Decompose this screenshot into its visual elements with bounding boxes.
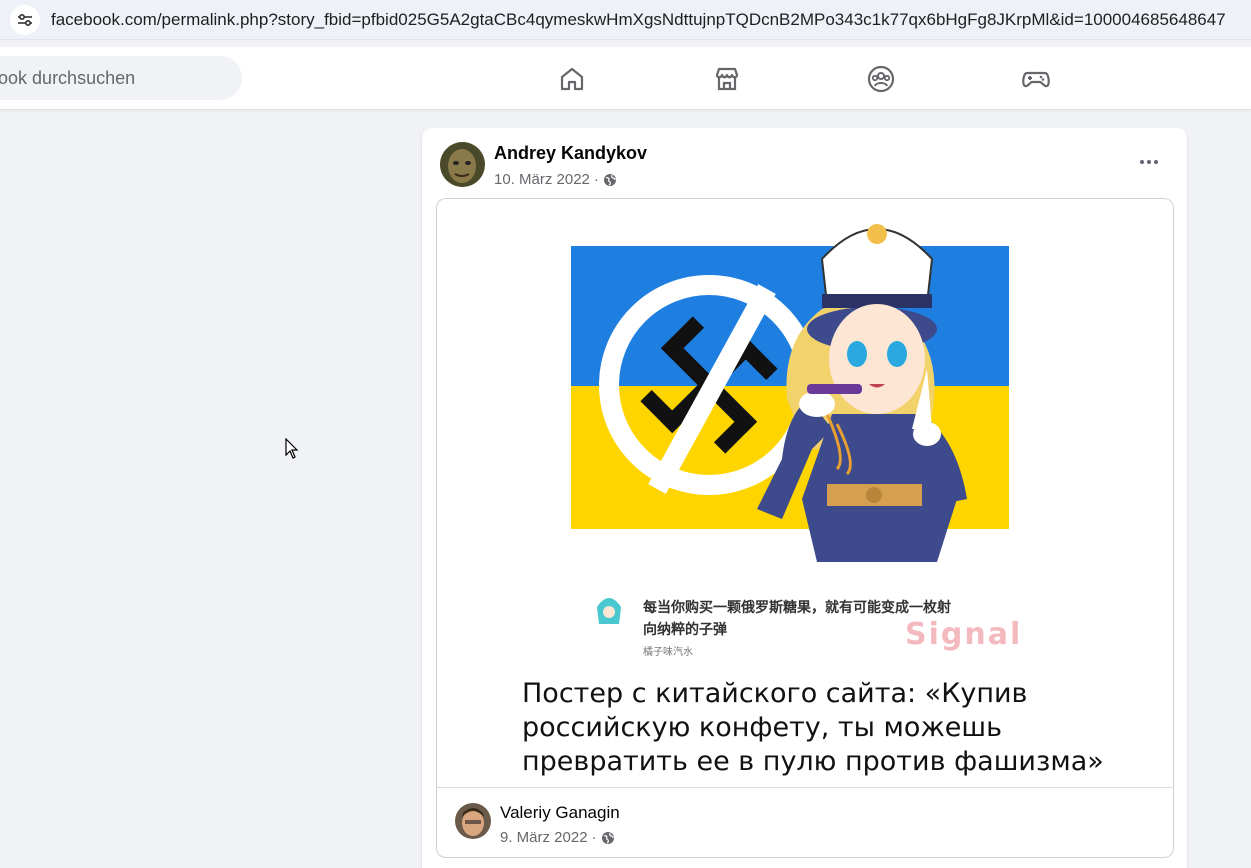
tune-icon	[18, 13, 32, 26]
cn-author-name: 橘子味汽水	[643, 647, 693, 658]
shared-meta: 9. März 2022 ·	[500, 829, 615, 846]
globe-icon	[603, 173, 616, 186]
meta-separator: ·	[593, 171, 599, 188]
shared-divider	[437, 787, 1173, 788]
post-date[interactable]: 10. März 2022	[494, 171, 590, 188]
search-input[interactable]: ebook durchsuchen	[0, 56, 242, 100]
cn-author-avatar	[597, 598, 621, 624]
gaming-icon[interactable]	[1021, 64, 1051, 94]
browser-address-bar: facebook.com/permalink.php?story_fbid=pf…	[0, 0, 1251, 40]
shared-author-name[interactable]: Valeriy Ganagin	[500, 803, 620, 823]
post-meta: 10. März 2022 ·	[494, 171, 617, 188]
url-field[interactable]: facebook.com/permalink.php?story_fbid=pf…	[51, 10, 1226, 30]
more-icon	[1140, 160, 1144, 164]
signal-watermark: Signal	[905, 617, 1023, 652]
shared-meta-separator: ·	[591, 829, 597, 846]
post-author-name[interactable]: Andrey Kandykov	[494, 143, 647, 164]
facebook-top-nav: ebook durchsuchen	[0, 47, 1251, 110]
poster-caption: Постер с китайского сайта: «Купив россий…	[522, 678, 1104, 777]
shared-author-avatar[interactable]	[455, 803, 491, 839]
home-icon[interactable]	[557, 64, 587, 94]
cn-text-line2: 向纳粹的子弹	[643, 621, 727, 637]
shared-post[interactable]: 每当你购买一颗俄罗斯糖果，就有可能变成一枚射 向纳粹的子弹 橘子味汽水 Sign…	[436, 198, 1174, 858]
site-info-button[interactable]	[10, 4, 40, 35]
marketplace-icon[interactable]	[712, 64, 742, 94]
mouse-cursor-icon	[285, 438, 299, 459]
more-options-button[interactable]	[1134, 150, 1164, 174]
search-placeholder: ebook durchsuchen	[0, 67, 136, 88]
globe-icon	[601, 831, 614, 844]
cn-text-line1: 每当你购买一颗俄罗斯糖果，就有可能变成一枚射	[643, 599, 951, 615]
shared-post-image[interactable]: 每当你购买一颗俄罗斯糖果，就有可能变成一枚射 向纳粹的子弹 橘子味汽水 Sign…	[437, 199, 1173, 787]
groups-icon[interactable]	[866, 64, 896, 94]
author-avatar[interactable]	[440, 142, 485, 187]
post-card: Andrey Kandykov 10. März 2022 · 每当你购买一颗俄…	[422, 128, 1187, 868]
shared-date[interactable]: 9. März 2022	[500, 829, 588, 846]
